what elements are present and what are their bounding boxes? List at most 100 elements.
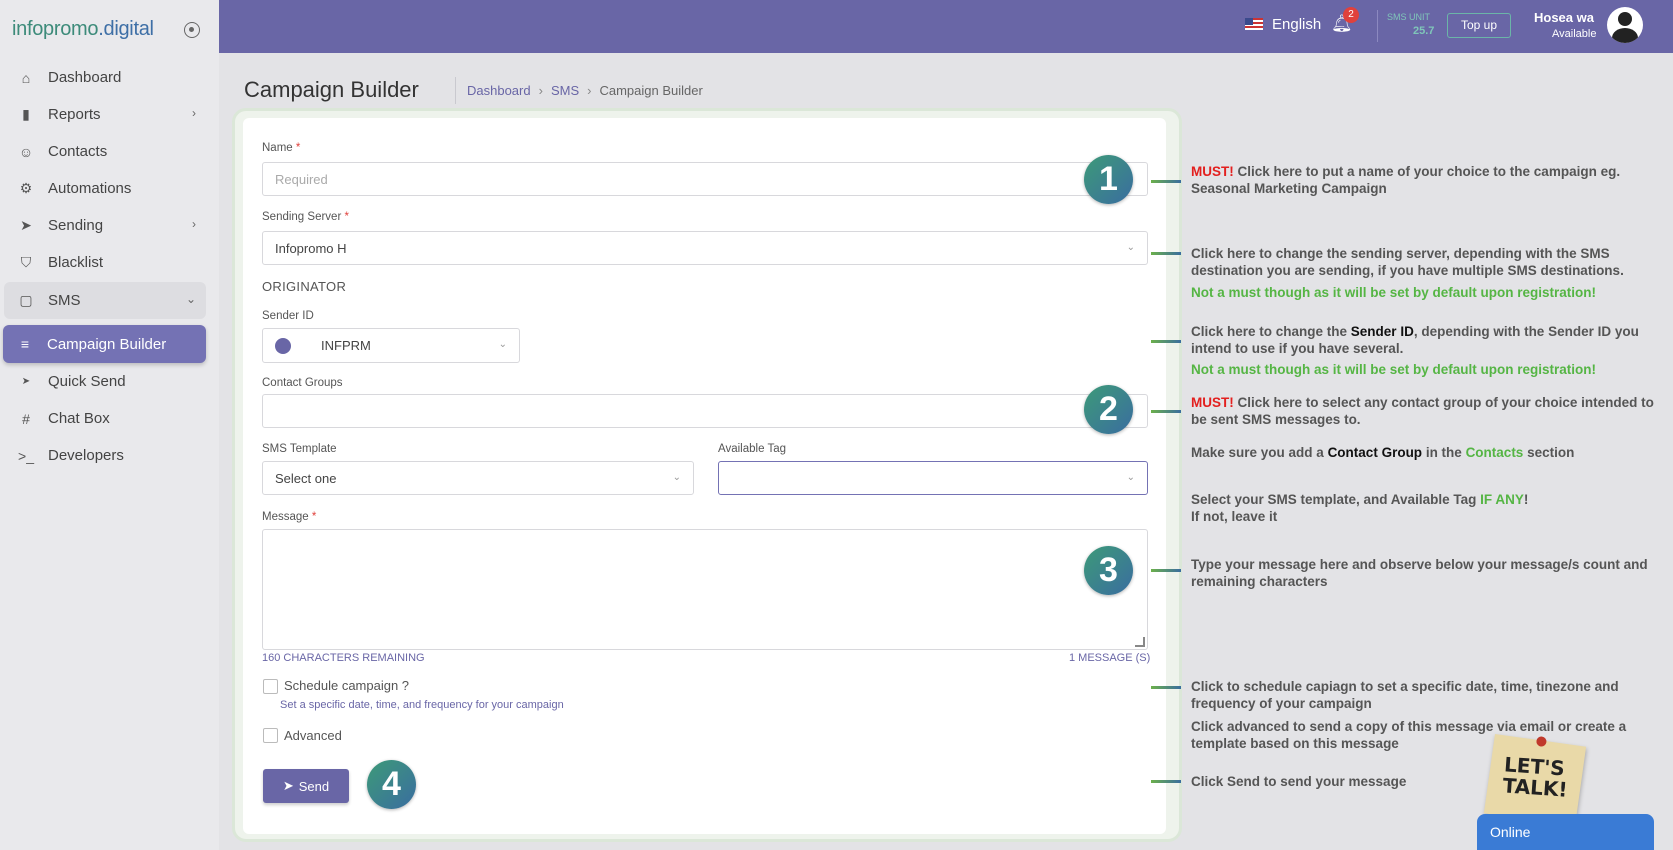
chat-widget-bar[interactable]: Online xyxy=(1477,814,1654,850)
sidebar-item-label: Quick Send xyxy=(48,373,126,390)
sidebar-item-reports[interactable]: ▮ Reports › xyxy=(4,96,206,133)
connector-line xyxy=(1151,252,1181,255)
connector-line xyxy=(1151,340,1181,343)
avatar[interactable] xyxy=(1607,7,1643,43)
step-badge-3: 3 xyxy=(1084,546,1133,595)
step-badge-1: 1 xyxy=(1084,155,1133,204)
connector-line xyxy=(1151,780,1181,783)
brand-logo[interactable]: infopromo.digital xyxy=(12,18,154,41)
chevron-right-icon: › xyxy=(538,83,543,98)
contact-groups-select[interactable] xyxy=(262,394,1148,428)
chevron-right-icon: › xyxy=(587,83,592,98)
sidebar-toggle-icon[interactable] xyxy=(184,22,200,38)
sending-server-value: Infopromo H xyxy=(275,240,347,256)
sender-id-value: INFPRM xyxy=(321,338,371,353)
sidebar-item-label: SMS xyxy=(48,292,81,309)
shield-icon: ⛉ xyxy=(20,254,32,270)
advanced-checkbox[interactable] xyxy=(263,728,278,743)
step-badge-4: 4 xyxy=(367,760,416,809)
schedule-hint: Set a specific date, time, and frequency… xyxy=(280,699,564,711)
annotation-message: Type your message here and observe below… xyxy=(1191,557,1648,589)
schedule-checkbox[interactable] xyxy=(263,679,278,694)
connector-line xyxy=(1151,410,1181,413)
page-title: Campaign Builder xyxy=(244,77,419,102)
chevron-right-icon: › xyxy=(192,217,196,231)
breadcrumb-current: Campaign Builder xyxy=(599,83,703,98)
user-status: Available xyxy=(1552,28,1597,40)
sms-template-select[interactable]: Select one ⌄ xyxy=(262,461,694,495)
send-icon: ➤ xyxy=(282,778,294,793)
chevron-down-icon: ⌄ xyxy=(185,292,196,306)
lets-talk-sticker[interactable]: LET'S TALK! xyxy=(1483,733,1587,827)
name-input[interactable]: Required xyxy=(262,162,1148,196)
available-tag-select[interactable]: ⌄ xyxy=(718,461,1148,495)
connector-line xyxy=(1151,569,1181,572)
breadcrumb: Dashboard › SMS › Campaign Builder xyxy=(467,83,703,98)
cpu-icon: ⚙ xyxy=(19,180,33,196)
sidebar-item-blacklist[interactable]: ⛉ Blacklist xyxy=(4,244,206,281)
available-tag-label: Available Tag xyxy=(718,443,786,455)
breadcrumb-sms[interactable]: SMS xyxy=(551,83,579,98)
sidebar-item-automations[interactable]: ⚙ Automations xyxy=(4,170,206,207)
annotation-template: Select your SMS template, and Available … xyxy=(1191,492,1529,524)
annotation-advanced: Click advanced to send a copy of this me… xyxy=(1191,719,1627,751)
connector-line xyxy=(1151,180,1181,183)
message-count: 1 MESSAGE (S) xyxy=(1069,652,1151,664)
sender-id-select[interactable]: INFPRM ⌄ xyxy=(262,328,520,363)
sidebar-item-label: Dashboard xyxy=(48,69,122,86)
sidebar-item-sms[interactable]: ▢ SMS ⌄ xyxy=(4,282,206,319)
resize-handle-icon[interactable] xyxy=(1135,637,1145,647)
sidebar-item-sending[interactable]: ➤ Sending › xyxy=(4,207,206,244)
sidebar-item-label: Automations xyxy=(48,180,132,197)
brand-domain: .digital xyxy=(98,18,154,40)
originator-heading: ORIGINATOR xyxy=(262,279,347,294)
advanced-label[interactable]: Advanced xyxy=(284,728,342,743)
chevron-down-icon: ⌄ xyxy=(1126,242,1135,253)
user-name[interactable]: Hosea wa xyxy=(1534,10,1594,25)
send-icon: ➤ xyxy=(21,376,31,387)
breadcrumb-dashboard[interactable]: Dashboard xyxy=(467,83,531,98)
annotation-sending-server: Click here to change the sending server,… xyxy=(1191,246,1624,278)
divider xyxy=(1377,10,1378,42)
name-placeholder: Required xyxy=(275,171,328,187)
sidebar-item-label: Blacklist xyxy=(48,254,104,271)
annotation-contact-group-tip: Make sure you add a Contact Group in the… xyxy=(1191,445,1575,460)
list-icon: ≡ xyxy=(20,336,30,352)
sending-server-select[interactable]: Infopromo H ⌄ xyxy=(262,231,1148,265)
sidebar: infopromo.digital ⌂ Dashboard ▮ Reports › ☺… xyxy=(0,0,219,850)
chars-remaining: 160 CHARACTERS REMAINING xyxy=(262,652,425,664)
step-badge-2: 2 xyxy=(1084,385,1133,434)
annotation-schedule: Click to schedule capiagn to set a speci… xyxy=(1191,679,1619,711)
lets-talk-text: LET'S TALK! xyxy=(1501,752,1569,802)
sidebar-item-label: Sending xyxy=(48,217,104,234)
message-textarea[interactable] xyxy=(262,529,1148,650)
name-label: Name * xyxy=(262,142,301,154)
sidebar-item-contacts[interactable]: ☺ Contacts xyxy=(4,133,206,170)
sidebar-item-label: Campaign Builder xyxy=(47,335,167,353)
language-selector[interactable]: English xyxy=(1272,16,1321,33)
contact-groups-label: Contact Groups xyxy=(262,377,343,389)
user-icon: ☺ xyxy=(18,143,34,160)
send-button[interactable]: ➤ Send xyxy=(263,769,349,803)
sidebar-item-developers[interactable]: >_ Developers xyxy=(4,437,206,474)
radio-dot-icon xyxy=(275,337,291,354)
sidebar-item-label: Reports xyxy=(48,106,101,123)
sidebar-item-chat-box[interactable]: # Chat Box xyxy=(4,400,206,437)
us-flag-icon xyxy=(1245,18,1263,30)
sidebar-item-label: Contacts xyxy=(48,143,108,160)
message-square-icon: ▢ xyxy=(19,292,33,308)
sidebar-item-campaign-builder[interactable]: ≡ Campaign Builder xyxy=(3,325,206,363)
sidebar-item-label: Chat Box xyxy=(48,410,110,427)
topup-button[interactable]: Top up xyxy=(1447,13,1511,38)
annotation-name: MUST! Click here to put a name of your c… xyxy=(1191,164,1621,196)
schedule-label[interactable]: Schedule campaign ? xyxy=(284,678,409,693)
sms-unit-label: SMS UNIT xyxy=(1387,12,1431,22)
slack-icon: # xyxy=(22,410,30,427)
chevron-right-icon: › xyxy=(192,106,196,120)
chevron-down-icon: ⌄ xyxy=(672,472,681,483)
pin-icon xyxy=(1535,735,1548,748)
annotation-send: Click Send to send your message xyxy=(1191,774,1407,789)
sidebar-item-dashboard[interactable]: ⌂ Dashboard xyxy=(4,59,206,96)
sidebar-item-quick-send[interactable]: ➤ Quick Send xyxy=(4,363,206,400)
sms-template-value: Select one xyxy=(275,470,337,486)
